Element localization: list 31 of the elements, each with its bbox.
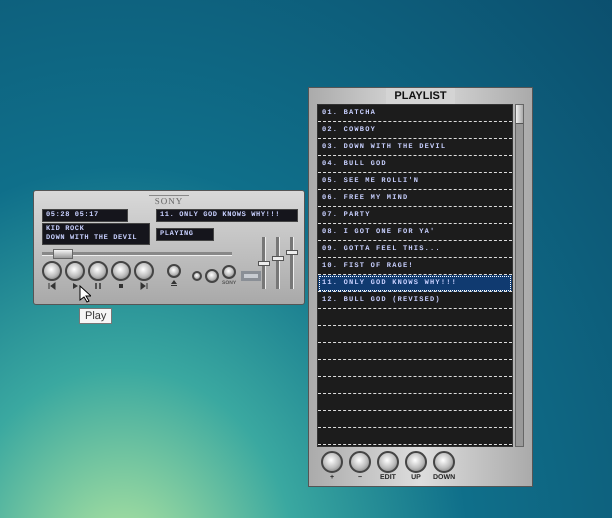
scrollbar-thumb[interactable]: [516, 105, 523, 124]
next-button[interactable]: [134, 261, 154, 281]
playlist-button[interactable]: [405, 451, 427, 473]
playlist-button[interactable]: [433, 451, 456, 473]
prev-icon: [48, 282, 56, 290]
playlist-button[interactable]: [349, 451, 371, 473]
pause-button[interactable]: [88, 261, 108, 281]
knob-button[interactable]: [205, 268, 219, 282]
stop-icon: [117, 282, 125, 290]
tooltip: Play: [79, 308, 112, 324]
slider-thumb[interactable]: [272, 256, 284, 261]
next-icon: [140, 282, 148, 290]
knob-button[interactable]: [192, 270, 202, 280]
play-button[interactable]: [65, 261, 85, 281]
stop-button[interactable]: [111, 261, 131, 281]
pause-icon: [94, 282, 102, 290]
eject-button[interactable]: [167, 264, 181, 278]
knob-button[interactable]: [222, 265, 236, 279]
seek-slider[interactable]: [42, 252, 232, 256]
logo-icon: [241, 270, 262, 280]
playlist-button[interactable]: [377, 451, 399, 473]
slider-thumb[interactable]: [286, 250, 298, 256]
scrollbar[interactable]: [515, 104, 524, 447]
playlist-title: PLAYLIST: [386, 88, 455, 104]
brand-label: SONY: [148, 195, 190, 206]
eject-icon: [170, 279, 178, 287]
cursor-icon: [79, 285, 91, 303]
seek-thumb[interactable]: [53, 249, 74, 259]
prev-button[interactable]: [42, 261, 62, 281]
slider-thumb[interactable]: [258, 260, 270, 266]
playlist-button[interactable]: [321, 451, 343, 473]
